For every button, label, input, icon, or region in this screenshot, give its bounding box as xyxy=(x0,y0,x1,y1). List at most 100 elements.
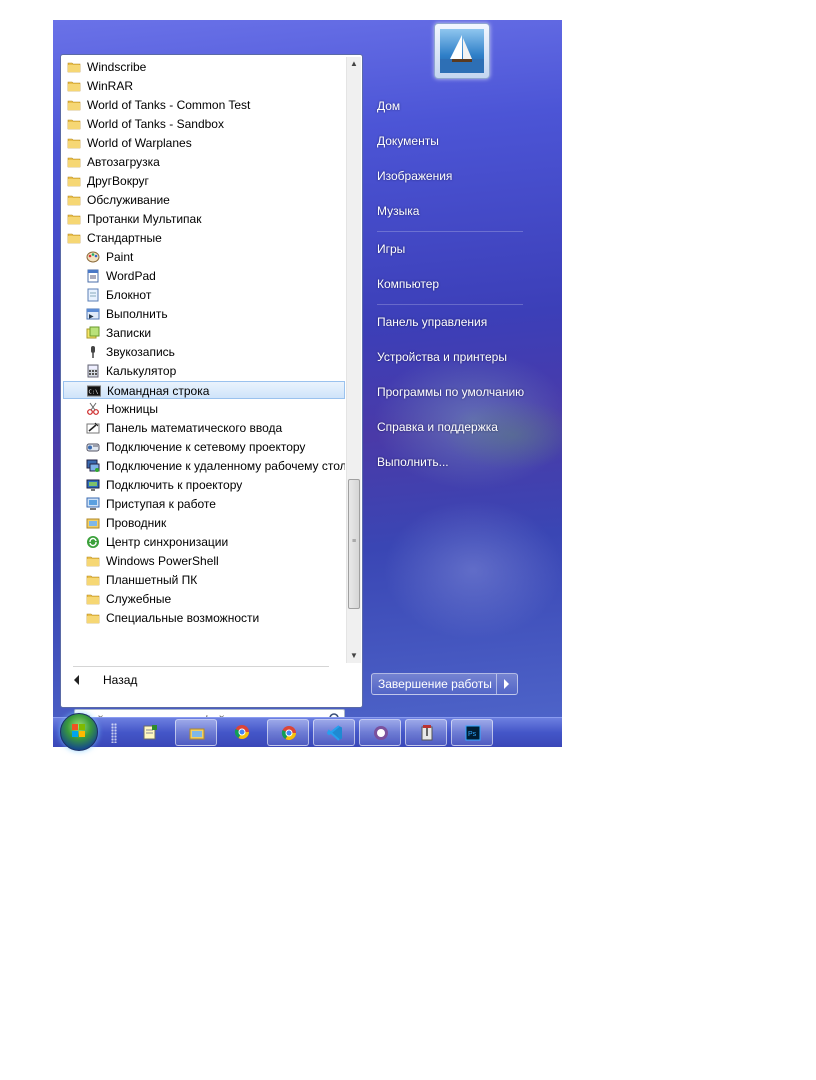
taskbar-archive[interactable] xyxy=(405,719,447,746)
link-default-programs[interactable]: Программы по умолчанию xyxy=(377,385,524,399)
windows-logo-icon xyxy=(72,724,85,737)
list-item[interactable]: Windows PowerShell xyxy=(63,552,345,570)
taskbar-viber[interactable] xyxy=(359,719,401,746)
shutdown-button[interactable]: Завершение работы xyxy=(371,673,518,695)
list-item[interactable]: Windscribe xyxy=(63,58,345,76)
list-item[interactable]: Протанки Мультипак xyxy=(63,210,345,228)
list-item[interactable]: Подключить к проектору xyxy=(63,476,345,494)
viber-icon xyxy=(374,726,388,740)
shutdown-options-button[interactable] xyxy=(496,674,517,694)
taskbar-photoshop[interactable]: Ps xyxy=(451,719,493,746)
user-picture[interactable] xyxy=(434,23,490,79)
list-item[interactable]: World of Warplanes xyxy=(63,134,345,152)
list-item[interactable]: Автозагрузка xyxy=(63,153,345,171)
list-item-label: WordPad xyxy=(106,269,156,283)
wordpad-icon xyxy=(86,269,100,283)
list-item[interactable]: Подключение к сетевому проектору xyxy=(63,438,345,456)
calculator-icon xyxy=(86,364,100,378)
folder-icon xyxy=(86,554,100,568)
list-item-label: Обслуживание xyxy=(87,193,170,207)
taskbar-grip[interactable] xyxy=(111,723,117,743)
taskbar-chrome[interactable] xyxy=(221,719,263,746)
taskbar-vscode[interactable] xyxy=(313,719,355,746)
search-box[interactable] xyxy=(74,709,345,717)
svg-text:▶: ▶ xyxy=(89,314,94,320)
taskbar: Ps xyxy=(53,713,562,751)
microphone-icon xyxy=(86,345,100,359)
list-item-label: Центр синхронизации xyxy=(106,535,229,549)
list-item[interactable]: Обслуживание xyxy=(63,191,345,209)
list-item[interactable]: Подключение к удаленному рабочему столу xyxy=(63,457,345,475)
list-item[interactable]: ДругВокруг xyxy=(63,172,345,190)
paint-palette-icon xyxy=(86,250,100,264)
list-item-label: Подключить к проектору xyxy=(106,478,243,492)
sticky-notes-icon xyxy=(86,326,100,340)
list-item-label: Записки xyxy=(106,326,152,340)
list-item[interactable]: Центр синхронизации xyxy=(63,533,345,551)
folder-icon xyxy=(67,212,81,226)
link-games[interactable]: Игры xyxy=(377,242,405,256)
list-item-label: Подключение к удаленному рабочему столу xyxy=(106,459,345,473)
link-home[interactable]: Дом xyxy=(377,99,400,113)
link-control-panel[interactable]: Панель управления xyxy=(377,315,487,329)
list-item[interactable]: WordPad xyxy=(63,267,345,285)
scissors-icon xyxy=(86,402,100,416)
back-label: Назад xyxy=(103,673,138,687)
folder-icon xyxy=(67,79,81,93)
list-item[interactable]: C:\ Командная строка xyxy=(63,381,345,399)
start-button[interactable] xyxy=(60,713,98,751)
taskbar-explorer[interactable] xyxy=(175,719,217,746)
list-item[interactable]: Панель математического ввода xyxy=(63,419,345,437)
list-item[interactable]: World of Tanks - Sandbox xyxy=(63,115,345,133)
link-pictures[interactable]: Изображения xyxy=(377,169,452,183)
list-item[interactable]: Звукозапись xyxy=(63,343,345,361)
list-item[interactable]: Калькулятор xyxy=(63,362,345,380)
list-item-label: Приступая к работе xyxy=(106,497,216,511)
folder-icon xyxy=(86,592,100,606)
list-item[interactable]: Проводник xyxy=(63,514,345,532)
list-item[interactable]: Ножницы xyxy=(63,400,345,418)
list-item-label: Командная строка xyxy=(107,384,210,398)
explorer-icon xyxy=(189,728,205,740)
scrollbar-thumb[interactable]: ≡ xyxy=(348,479,360,609)
taskbar-notepad[interactable] xyxy=(129,719,171,746)
list-item-label: World of Tanks - Common Test xyxy=(87,98,251,112)
link-help-support[interactable]: Справка и поддержка xyxy=(377,420,498,434)
list-item-label: Протанки Мультипак xyxy=(87,212,202,226)
folder-icon xyxy=(67,117,81,131)
link-computer[interactable]: Компьютер xyxy=(377,277,439,291)
back-button[interactable]: Назад xyxy=(71,671,271,691)
list-item[interactable]: Paint xyxy=(63,248,345,266)
list-item[interactable]: ▶ Выполнить xyxy=(63,305,345,323)
divider xyxy=(377,304,523,305)
program-list: Windscribe WinRAR World of Tanks - Common … xyxy=(63,57,345,663)
link-devices-printers[interactable]: Устройства и принтеры xyxy=(377,350,507,364)
list-item[interactable]: Записки xyxy=(63,324,345,342)
list-item[interactable]: Стандартные xyxy=(63,229,345,247)
link-music[interactable]: Музыка xyxy=(377,204,419,218)
chrome-icon xyxy=(234,725,249,739)
vertical-scrollbar[interactable]: ▲ ≡ ▼ xyxy=(346,57,361,663)
scroll-up-icon[interactable]: ▲ xyxy=(347,57,361,71)
list-item[interactable]: Служебные xyxy=(63,590,345,608)
list-item[interactable]: Специальные возможности xyxy=(63,609,345,627)
network-projector-icon xyxy=(86,440,100,454)
background-glow xyxy=(443,400,562,470)
command-prompt-icon: C:\ xyxy=(87,384,101,398)
list-item[interactable]: WinRAR xyxy=(63,77,345,95)
list-item[interactable]: Планшетный ПК xyxy=(63,571,345,589)
list-item[interactable]: Блокнот xyxy=(63,286,345,304)
list-item-label: Подключение к сетевому проектору xyxy=(106,440,306,454)
list-item[interactable]: World of Tanks - Common Test xyxy=(63,96,345,114)
svg-text:C:\: C:\ xyxy=(89,390,99,396)
list-item[interactable]: Приступая к работе xyxy=(63,495,345,513)
link-run[interactable]: Выполнить... xyxy=(377,455,449,469)
taskbar-chrome-canary[interactable] xyxy=(267,719,309,746)
list-item-label: Выполнить xyxy=(106,307,168,321)
link-documents[interactable]: Документы xyxy=(377,134,439,148)
list-item-label: WinRAR xyxy=(87,79,134,93)
sync-center-icon xyxy=(86,535,100,549)
scroll-down-icon[interactable]: ▼ xyxy=(347,649,361,663)
programs-panel: Windscribe WinRAR World of Tanks - Common … xyxy=(60,54,363,717)
divider xyxy=(377,231,523,232)
